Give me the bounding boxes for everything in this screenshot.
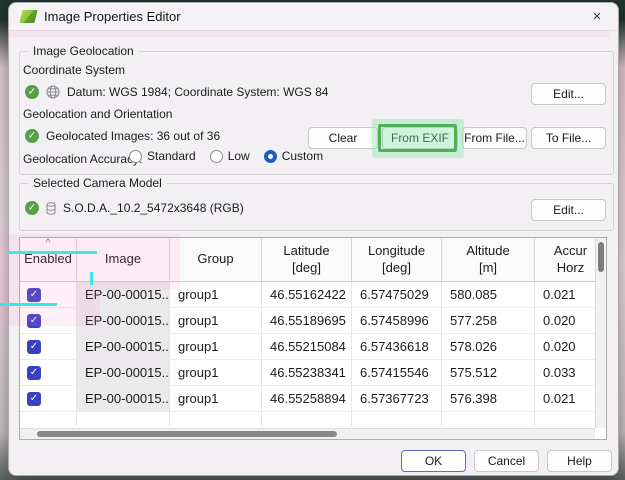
cell-latitude[interactable]: 46.55215084 bbox=[262, 334, 352, 359]
cell-image[interactable]: EP-00-00015... bbox=[77, 386, 170, 411]
coordinate-system-label: Coordinate System bbox=[23, 63, 126, 77]
horizontal-scrollbar-thumb[interactable] bbox=[37, 431, 337, 437]
cell-image[interactable]: EP-00-00015... bbox=[77, 308, 170, 333]
radio-low-label: Low bbox=[227, 149, 250, 163]
cell-altitude[interactable]: 580.085 bbox=[442, 282, 535, 307]
cell-altitude[interactable]: 575.512 bbox=[442, 360, 535, 385]
table-row-partial bbox=[20, 412, 606, 426]
selected-camera-model-group-title: Selected Camera Model bbox=[28, 176, 167, 190]
enabled-checkbox-checked-icon[interactable] bbox=[27, 339, 41, 354]
table-row[interactable]: EP-00-00015... group1 46.55215084 6.5743… bbox=[20, 334, 606, 360]
column-header-latitude[interactable]: Latitude [deg] bbox=[262, 238, 352, 281]
column-header-group[interactable]: Group bbox=[170, 238, 262, 281]
close-icon[interactable]: × bbox=[584, 6, 610, 28]
cell-longitude[interactable]: 6.57436618 bbox=[352, 334, 442, 359]
vertical-scrollbar-thumb[interactable] bbox=[598, 242, 604, 272]
cell-longitude[interactable]: 6.57367723 bbox=[352, 386, 442, 411]
image-geolocation-group-title: Image Geolocation bbox=[28, 44, 139, 58]
status-ok-icon bbox=[25, 129, 39, 143]
radio-standard-label: Standard bbox=[147, 149, 196, 163]
cell-latitude[interactable]: 46.55238341 bbox=[262, 360, 352, 385]
image-properties-editor-dialog: Image Properties Editor × Image Geolocat… bbox=[8, 2, 619, 476]
from-file-button[interactable]: From File... bbox=[462, 127, 527, 149]
cell-image[interactable]: EP-00-00015... bbox=[77, 282, 170, 307]
cell-longitude[interactable]: 6.57458996 bbox=[352, 308, 442, 333]
window-title: Image Properties Editor bbox=[44, 9, 181, 24]
vertical-scrollbar[interactable] bbox=[595, 238, 606, 428]
cell-altitude[interactable]: 576.398 bbox=[442, 386, 535, 411]
enabled-checkbox-checked-icon[interactable] bbox=[27, 313, 41, 328]
ok-button[interactable]: OK bbox=[401, 450, 466, 472]
globe-icon bbox=[46, 85, 60, 99]
cell-latitude[interactable]: 46.55162422 bbox=[262, 282, 352, 307]
radio-custom-label: Custom bbox=[281, 149, 324, 163]
app-logo-icon bbox=[19, 10, 38, 23]
accuracy-radio-group: Standard Low Custom bbox=[129, 149, 331, 163]
enabled-checkbox-checked-icon[interactable] bbox=[27, 365, 41, 380]
coordinate-system-status-row: Datum: WGS 1984; Coordinate System: WGS … bbox=[25, 85, 328, 99]
table-row[interactable]: EP-00-00015... group1 46.55162422 6.5747… bbox=[20, 282, 606, 308]
cell-group[interactable]: group1 bbox=[170, 334, 262, 359]
help-button[interactable]: Help bbox=[547, 450, 612, 472]
cell-altitude[interactable]: 578.026 bbox=[442, 334, 535, 359]
title-bar: Image Properties Editor × bbox=[9, 3, 618, 31]
radio-low-circle-icon[interactable] bbox=[209, 149, 223, 163]
coordinate-system-edit-button[interactable]: Edit... bbox=[531, 83, 606, 105]
radio-standard[interactable]: Standard bbox=[129, 149, 196, 163]
cell-group[interactable]: group1 bbox=[170, 308, 262, 333]
table-row[interactable]: EP-00-00015... group1 46.55189695 6.5745… bbox=[20, 308, 606, 334]
cell-group[interactable]: group1 bbox=[170, 360, 262, 385]
datum-text: Datum: WGS 1984; Coordinate System: WGS … bbox=[67, 85, 329, 99]
table-header: ^ Enabled Image Group Latitude [deg] Lon… bbox=[20, 238, 606, 282]
camera-model-edit-button[interactable]: Edit... bbox=[531, 199, 606, 221]
column-header-altitude[interactable]: Altitude [m] bbox=[442, 238, 535, 281]
horizontal-scrollbar[interactable] bbox=[20, 428, 595, 439]
status-ok-icon bbox=[25, 201, 39, 215]
sort-indicator-icon: ^ bbox=[45, 238, 51, 249]
enabled-checkbox-checked-icon[interactable] bbox=[27, 391, 41, 406]
cell-longitude[interactable]: 6.57475029 bbox=[352, 282, 442, 307]
camera-database-icon bbox=[46, 201, 56, 215]
status-ok-icon bbox=[25, 85, 39, 99]
from-exif-button[interactable]: From EXIF bbox=[382, 127, 458, 149]
cell-longitude[interactable]: 6.57415546 bbox=[352, 360, 442, 385]
column-header-enabled[interactable]: ^ Enabled bbox=[20, 238, 77, 281]
enabled-checkbox-checked-icon[interactable] bbox=[27, 287, 41, 302]
column-header-longitude[interactable]: Longitude [deg] bbox=[352, 238, 442, 281]
cell-altitude[interactable]: 577.258 bbox=[442, 308, 535, 333]
geolocated-images-text: Geolocated Images: 36 out of 36 bbox=[46, 129, 221, 143]
table-row[interactable]: EP-00-00015... group1 46.55238341 6.5741… bbox=[20, 360, 606, 386]
cell-image[interactable]: EP-00-00015... bbox=[77, 334, 170, 359]
camera-model-text: S.O.D.A._10.2_5472x3648 (RGB) bbox=[63, 201, 244, 215]
cell-latitude[interactable]: 46.55258894 bbox=[262, 386, 352, 411]
geolocation-orientation-label: Geolocation and Orientation bbox=[23, 107, 173, 121]
images-table: ^ Enabled Image Group Latitude [deg] Lon… bbox=[19, 237, 607, 440]
cell-latitude[interactable]: 46.55189695 bbox=[262, 308, 352, 333]
radio-low[interactable]: Low bbox=[209, 149, 250, 163]
radio-custom[interactable]: Custom bbox=[263, 149, 324, 163]
camera-model-status-row: S.O.D.A._10.2_5472x3648 (RGB) bbox=[25, 201, 244, 215]
cancel-button[interactable]: Cancel bbox=[474, 450, 539, 472]
cell-image[interactable]: EP-00-00015... bbox=[77, 360, 170, 385]
column-header-image[interactable]: Image bbox=[77, 238, 170, 281]
cell-group[interactable]: group1 bbox=[170, 386, 262, 411]
to-file-button[interactable]: To File... bbox=[531, 127, 606, 149]
clear-button[interactable]: Clear bbox=[308, 127, 378, 149]
radio-standard-circle-icon[interactable] bbox=[129, 149, 142, 163]
cell-group[interactable]: group1 bbox=[170, 282, 262, 307]
table-row[interactable]: EP-00-00015... group1 46.55258894 6.5736… bbox=[20, 386, 606, 412]
radio-custom-circle-icon[interactable] bbox=[263, 149, 277, 163]
geolocated-images-status-row: Geolocated Images: 36 out of 36 bbox=[25, 129, 220, 143]
geolocation-accuracy-label: Geolocation Accuracy: bbox=[23, 152, 143, 166]
